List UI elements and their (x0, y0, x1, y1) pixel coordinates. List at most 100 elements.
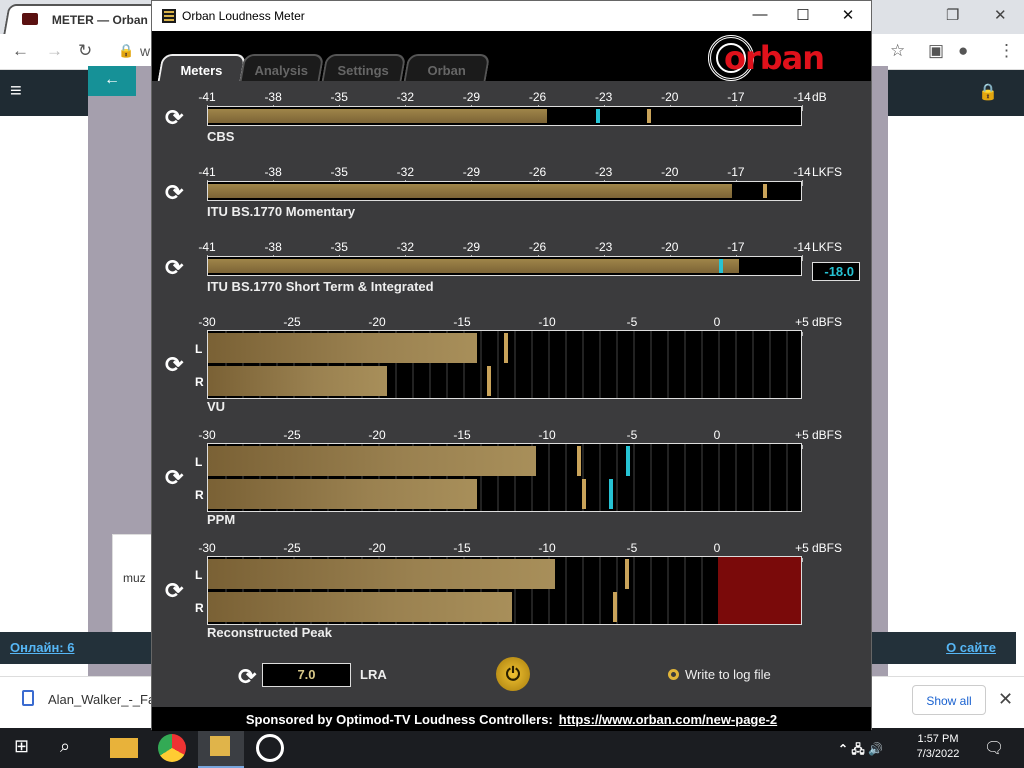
reset-icon[interactable]: ⟳ (165, 107, 187, 129)
write-log-label: Write to log file (685, 667, 771, 682)
maximize-button[interactable]: ☐ (780, 1, 826, 31)
scale-tick-label: -15 (453, 428, 471, 442)
grid-line (514, 331, 516, 398)
scale-tick-label: -17 (727, 90, 745, 104)
grid-line (650, 557, 652, 624)
scale-tick-label: -14 (793, 90, 811, 104)
sponsor-link[interactable]: https://www.orban.com/new-page-2 (559, 712, 777, 727)
online-count-link[interactable]: Онлайн: 6 (10, 640, 74, 655)
meter-label: VU (207, 399, 226, 414)
download-filename[interactable]: Alan_Walker_-_Fa... (48, 692, 166, 707)
app-icon (162, 9, 176, 23)
file-explorer-icon[interactable] (110, 738, 138, 758)
level-bar-right (208, 592, 513, 622)
reset-icon[interactable]: ⟳ (165, 182, 187, 204)
tab-label: Analysis (254, 63, 309, 78)
taskbar: ⊞ ⌕ ⌃ 🖧 🔊 1:57 PM 7/3/2022 🗨 (0, 728, 1024, 768)
minimize-button[interactable]: — (737, 1, 783, 31)
ad-banner[interactable]: muz (112, 534, 154, 642)
power-button[interactable]: ⏻ (496, 657, 530, 691)
peak-marker (595, 109, 600, 123)
tab-settings[interactable]: Settings (321, 54, 407, 81)
stereo-meter-recon (207, 556, 802, 625)
scale-tick-label: -5 (626, 428, 638, 442)
restore-icon[interactable]: ❐ (946, 6, 959, 24)
peak-marker (763, 184, 768, 198)
reload-icon[interactable]: ↻ (78, 41, 92, 61)
scale-tick-label: -14 (793, 240, 811, 254)
scale-tick-label: -26 (528, 240, 547, 254)
scale-tick-label: -23 (594, 165, 613, 179)
grid-line (667, 331, 669, 398)
profile-icon[interactable]: ● (958, 41, 968, 61)
scale-tick-label: -38 (264, 90, 282, 104)
clock[interactable]: 1:57 PM 7/3/2022 (912, 732, 964, 762)
file-icon (22, 690, 34, 706)
circle-app-icon[interactable] (256, 734, 284, 762)
address-bar[interactable]: w (140, 43, 150, 59)
scale-tick-label: -41 (198, 90, 216, 104)
tray-icons[interactable]: ⌃ 🖧 🔊 (838, 740, 883, 761)
scale-tick-label: -29 (462, 240, 481, 254)
show-all-button[interactable]: Show all (912, 685, 986, 715)
scale-tick-label: -15 (453, 315, 471, 329)
scale-tick-mark (802, 332, 803, 336)
scale-tick-label: -32 (396, 90, 414, 104)
scale-tick-label: 0 (713, 541, 721, 555)
meter-label: PPM (207, 512, 236, 527)
lra-reset-icon[interactable]: ⟳ (238, 666, 260, 688)
start-icon[interactable]: ⊞ (14, 734, 42, 762)
scale-tick-label: +5 (795, 315, 809, 329)
scale-unit: LKFS (812, 240, 843, 254)
level-bar-left (208, 333, 477, 363)
sidebar-icon[interactable]: ▣ (928, 41, 944, 61)
close-download-bar-icon[interactable]: ✕ (998, 689, 1013, 710)
scale-tick-label: -35 (330, 240, 348, 254)
browser-tab[interactable]: METER — Orban (3, 4, 159, 34)
reset-icon[interactable]: ⟳ (165, 467, 187, 489)
chrome-icon[interactable] (158, 734, 186, 762)
tab-orban[interactable]: Orban (403, 54, 491, 81)
forward-icon[interactable]: → (46, 41, 63, 61)
grid-line (684, 557, 686, 624)
channel-label-right: R (195, 488, 204, 502)
peak-marker-left (576, 446, 581, 476)
site-back-button[interactable]: ← (88, 66, 136, 96)
reset-icon[interactable]: ⟳ (165, 354, 187, 376)
grid-line (786, 444, 788, 511)
write-log-option[interactable]: Write to log file (668, 667, 771, 682)
about-link[interactable]: О сайте (946, 640, 996, 655)
scale-tick-label: -20 (368, 428, 386, 442)
channel-label-left: L (195, 455, 203, 469)
scale-tick-label: -26 (528, 90, 547, 104)
star-icon[interactable]: ☆ (890, 41, 905, 61)
reset-icon[interactable]: ⟳ (165, 580, 187, 602)
scale-tick-label: -25 (283, 428, 301, 442)
scale-tick-label: -38 (264, 240, 282, 254)
meter-track-momentary (207, 181, 802, 201)
close-browser-icon[interactable]: ✕ (994, 6, 1007, 24)
orban-logo: orban (708, 35, 838, 81)
peak-marker-right (486, 366, 491, 396)
time: 1:57 PM (917, 733, 959, 745)
radio-icon[interactable] (668, 669, 679, 680)
scale-tick-label: -10 (538, 428, 556, 442)
hamburger-icon[interactable]: ≡ (10, 80, 22, 103)
back-icon[interactable]: ← (12, 41, 29, 61)
reset-icon[interactable]: ⟳ (165, 257, 187, 279)
scale-tick-label: -30 (198, 315, 216, 329)
scale-tick-label: -30 (198, 428, 216, 442)
notification-icon[interactable]: 🗨 (984, 738, 1004, 758)
grid-line (582, 557, 584, 624)
scale-tick-label: -38 (264, 165, 282, 179)
close-button[interactable]: ✕ (825, 1, 871, 31)
tab-meters[interactable]: Meters (157, 54, 247, 81)
search-icon[interactable]: ⌕ (60, 734, 88, 762)
grid-line (616, 444, 618, 511)
grid-line (684, 331, 686, 398)
orban-taskbar-button[interactable] (198, 728, 244, 768)
scale-tick-label: -20 (661, 165, 679, 179)
tab-analysis[interactable]: Analysis (239, 54, 325, 81)
site-lock-icon[interactable]: 🔒 (978, 82, 998, 102)
menu-dots-icon[interactable]: ⋮ (998, 41, 1015, 61)
